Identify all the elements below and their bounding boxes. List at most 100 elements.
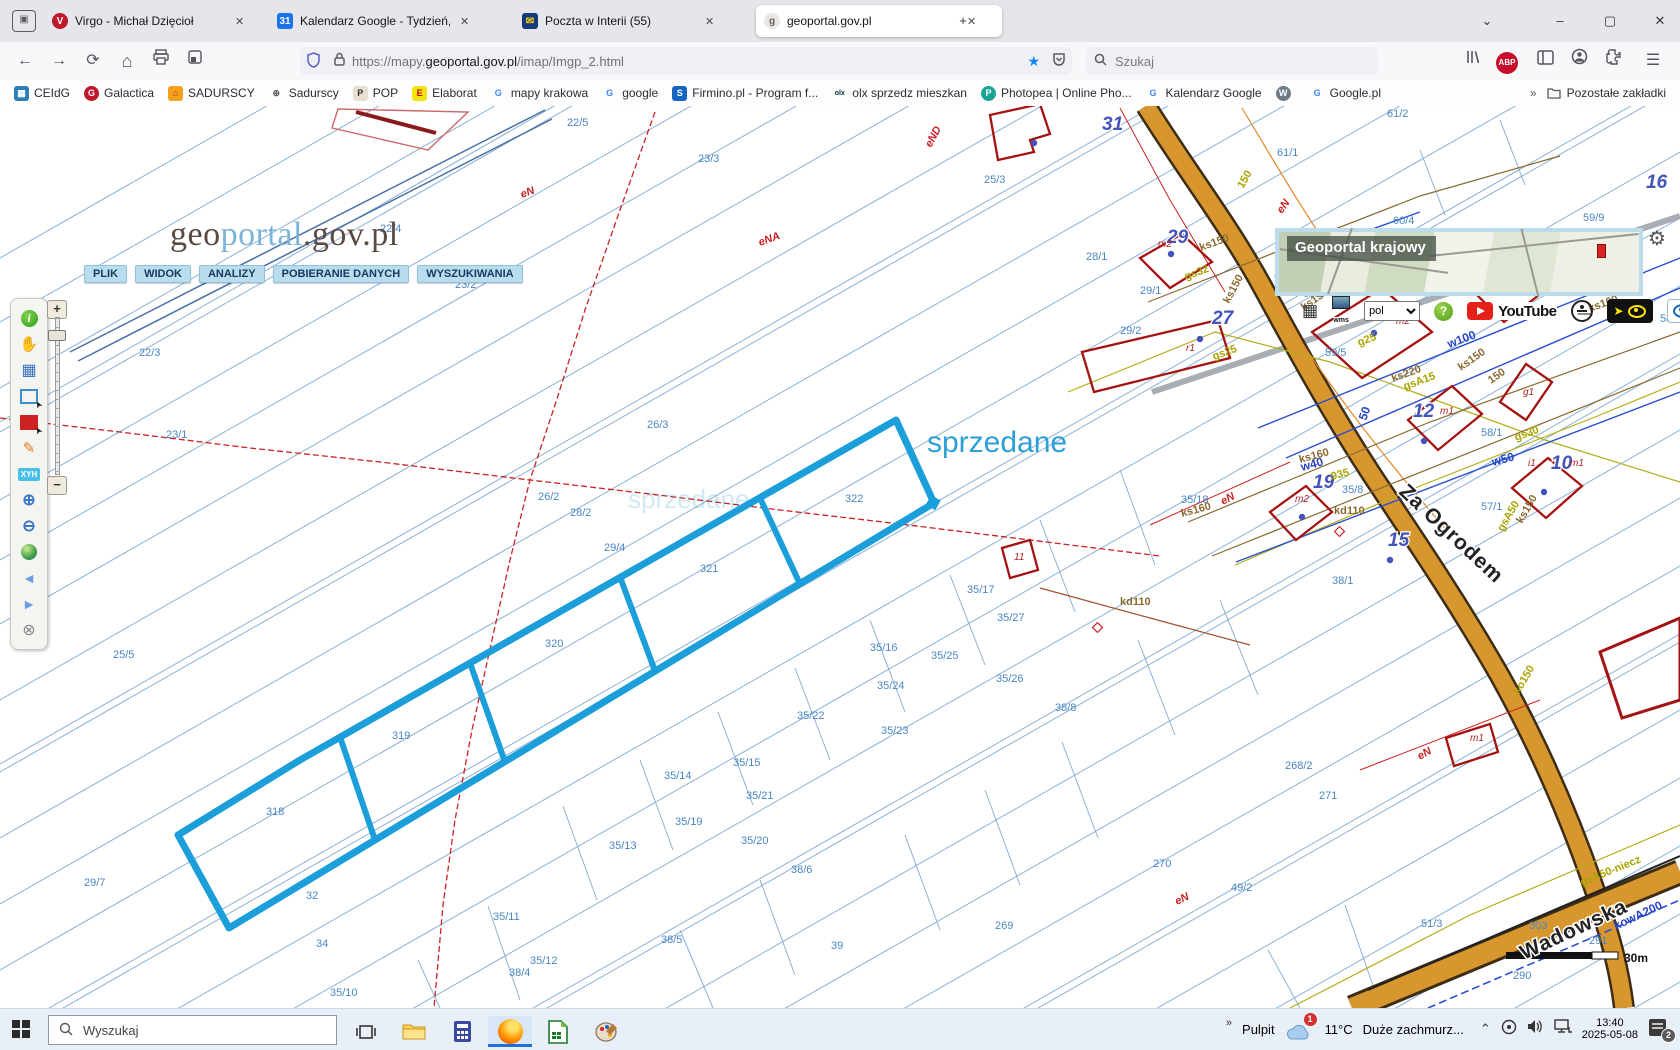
bookmark-item-2[interactable]: G Galactica [84,85,154,101]
pan-tool[interactable]: ✋ [11,331,47,357]
settings-gear-icon[interactable]: ⚙ [1648,226,1666,251]
full-extent-tool[interactable] [11,539,47,565]
bookmark-item-13[interactable]: W [1275,85,1296,101]
firefox-view-icon[interactable]: ▣ [12,10,36,32]
menu-hamburger-icon[interactable]: ☰ [1640,48,1666,74]
browser-tab-3[interactable]: ✉ Poczta w Interii (55) ✕ [514,5,752,37]
measure-tool[interactable]: ✎ [11,435,47,461]
bookmark-item-5[interactable]: P POP [352,85,398,101]
bookmark-item-12[interactable]: G Kalendarz Google [1146,86,1262,101]
temperature-label[interactable]: 11°C [1325,1022,1353,1037]
wms-icon[interactable]: wms [1332,295,1351,327]
tab-close-icon[interactable]: ✕ [235,15,244,28]
bookmark-item-3[interactable]: ⌂ SADURSCY [168,85,255,101]
zoom-minus-button[interactable]: − [47,476,67,495]
tracking-shield-icon[interactable] [306,51,321,71]
libreoffice-calc-button[interactable] [536,1016,580,1047]
map-viewport[interactable]: 30m 22/5 23/3 25/3 28/1 22/4 23/2 29/1 29/2 22/3… [0,0,1680,1050]
minimize-button[interactable]: – [1545,8,1575,34]
extensions-icon[interactable] [1600,48,1626,74]
taskbar-search[interactable]: Wyszukaj [48,1015,337,1045]
zoom-out-tool[interactable]: ⊖ [11,513,47,539]
reload-icon[interactable]: ⟳ [80,48,106,74]
task-view-button[interactable] [344,1016,388,1047]
search-bar[interactable]: Szukaj [1086,47,1378,75]
xyh-coordinates-tool[interactable]: XYH [11,461,47,487]
zoom-in-tool[interactable]: ⊕ [11,487,47,513]
forward-icon[interactable]: → [46,48,72,74]
close-window-button[interactable]: ✕ [1645,8,1675,34]
deselect-rect-tool[interactable] [11,409,47,435]
zoom-slider-handle[interactable] [48,330,66,341]
next-view-tool[interactable]: ► [11,591,47,617]
bookmark-item-11[interactable]: P Photopea | Online Pho... [980,85,1132,101]
geoportal-menu-pobieranie-danych[interactable]: POBIERANIE DANYCH [272,265,410,283]
browser-tab-1[interactable]: V Virgo - Michał Dzięcioł ✕ [44,5,265,37]
geoportal-menu-plik[interactable]: PLIK [84,265,128,283]
new-tab-button[interactable]: + [948,8,978,34]
map-label: w100 [1444,328,1478,352]
firefox-taskbar-button[interactable] [488,1016,532,1047]
language-select[interactable]: pol [1364,301,1421,321]
bookmark-item-7[interactable]: Gmapy krakowa [491,86,588,101]
weather-icon[interactable]: 1 [1285,1013,1317,1041]
screenshot-icon[interactable] [182,48,208,74]
contrast-mode-button[interactable]: ➤ [1606,299,1653,323]
clear-tool[interactable]: ⊗ [11,617,47,643]
tray-expand-icon[interactable]: ⌃ [1480,1021,1491,1037]
help-button[interactable]: ? [1434,301,1454,321]
meet-now-icon[interactable] [1501,1019,1517,1040]
back-icon[interactable]: ← [12,48,38,74]
accessibility-icon[interactable] [1570,300,1593,322]
bookmark-star-icon[interactable]: ★ [1027,53,1040,70]
weather-label[interactable]: Duże zachmurz... [1363,1022,1464,1037]
adblock-plus-icon[interactable]: ABP [1494,48,1520,74]
attribute-table-tool[interactable]: ▦ [11,357,47,383]
paint-app-button[interactable] [584,1016,628,1047]
notification-center-icon[interactable]: 2 [1648,1018,1676,1043]
geoportal-menu-widok[interactable]: WIDOK [135,265,191,283]
desktop-toolbar-label[interactable]: Pulpit [1242,1022,1275,1037]
geoportal-logo[interactable]: geoportal.gov.pl [170,216,399,254]
sidebar-icon[interactable] [1532,48,1558,74]
select-rect-tool[interactable] [11,383,47,409]
tab-close-icon[interactable]: ✕ [705,15,714,28]
map-label: 27 [1211,308,1235,329]
home-icon[interactable]: ⌂ [114,48,140,74]
taskbar-clock[interactable]: 13:40 2025-05-08 [1582,1017,1638,1041]
bookmarks-overflow-icon[interactable]: » [1530,86,1537,100]
start-button[interactable] [12,1020,30,1038]
map-label: kd110 [1120,596,1151,608]
network-icon[interactable] [1554,1019,1572,1039]
bookmark-item-4[interactable]: ⊕ Sadurscy [269,86,338,101]
other-bookmarks-button[interactable]: Pozostałe zakładki [1547,86,1666,101]
youtube-button[interactable]: YouTube [1467,302,1557,320]
info-tool[interactable]: i [11,305,47,331]
overview-minimap[interactable]: Geoportal krajowy [1275,227,1643,298]
browser-tab-2[interactable]: 31 Kalendarz Google - Tydzień, w I ✕ [269,5,510,37]
geoportal-menu-analizy[interactable]: ANALIZY [198,265,265,283]
volume-icon[interactable] [1527,1019,1544,1039]
calculator-button[interactable] [440,1016,484,1047]
bookmark-item-8[interactable]: Ggoogle [602,86,658,101]
account-icon[interactable] [1566,48,1592,74]
tab-close-icon[interactable]: ✕ [460,15,469,28]
maximize-button[interactable]: ▢ [1595,8,1625,34]
previous-view-tool[interactable]: ◄ [11,565,47,591]
pocket-icon[interactable] [1052,52,1066,70]
bookmark-item-6[interactable]: E Elaborat [412,85,477,101]
visibility-button[interactable] [1666,299,1680,323]
bookmark-item-1[interactable]: ▦ CEIdG [14,85,70,101]
bookmark-item-9[interactable]: S Firmino.pl - Program f... [672,85,818,101]
bookmark-item-14[interactable]: G Google.pl [1310,86,1381,101]
taskbar-overflow-icon[interactable]: » [1226,1017,1232,1029]
print-icon[interactable] [148,48,174,74]
list-all-tabs-icon[interactable]: ⌄ [1472,8,1502,34]
url-bar[interactable]: https://mapy.geoportal.gov.pl/imap/Imgp_… [300,47,1072,75]
geoportal-menu-wyszukiwania[interactable]: WYSZUKIWANIA [417,265,523,283]
file-explorer-button[interactable] [392,1016,436,1047]
lock-icon[interactable] [333,52,346,70]
layers-grid-icon[interactable]: ▦ [1302,301,1318,321]
library-icon[interactable] [1460,48,1486,74]
bookmark-item-10[interactable]: olx olx sprzedz mieszkan [832,86,967,101]
